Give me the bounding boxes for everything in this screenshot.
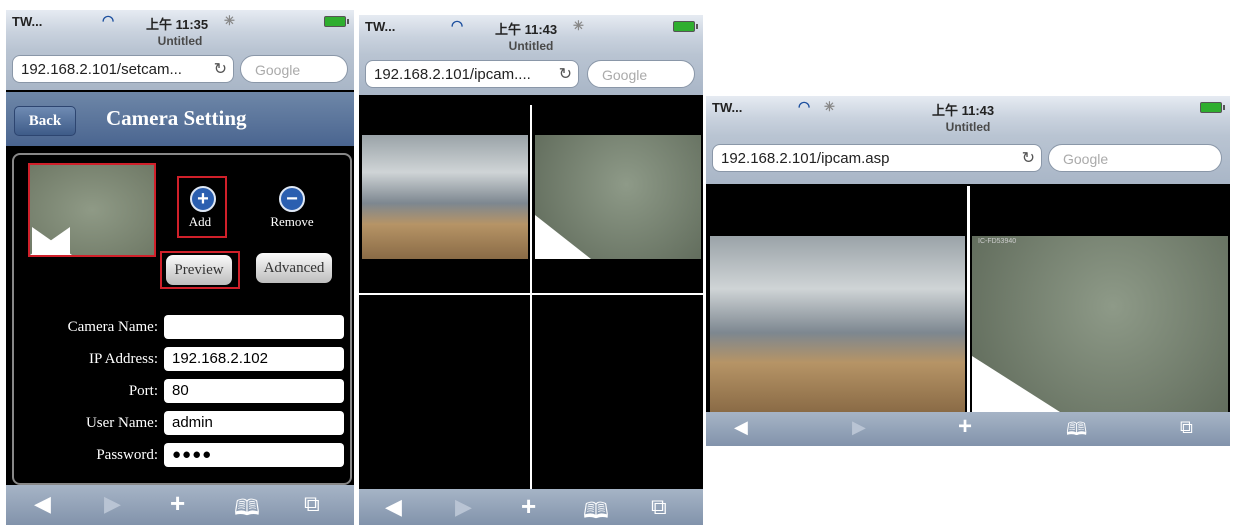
url-text: 192.168.2.101/ipcam.... (374, 66, 531, 83)
url-field[interactable]: 192.168.2.101/setcam... ↻ (12, 55, 234, 83)
time-label: 上午 11:35 (146, 17, 209, 32)
url-text: 192.168.2.101/ipcam.asp (721, 150, 890, 167)
url-text: 192.168.2.101/setcam... (21, 61, 182, 78)
search-field[interactable]: Google (587, 60, 695, 88)
camera-name-input[interactable] (164, 315, 344, 339)
camera-cell-1[interactable] (359, 105, 530, 293)
nav-bar: Back Camera Setting (6, 92, 354, 146)
status-bar: TW... ◠ 上午 11:35 ✳ (6, 10, 354, 32)
status-bar: TW... ◠ 上午 11:43 ✳ (359, 15, 703, 37)
activity-icon: ✳ (824, 99, 835, 114)
url-bar: 192.168.2.101/ipcam.asp ↻ Google (706, 136, 1230, 184)
bookmarks-icon[interactable]: 🕮 (234, 491, 260, 525)
battery-icon (324, 16, 349, 27)
camera-cell-2[interactable] (532, 105, 703, 293)
bookmarks-icon[interactable]: 🕮 (1066, 417, 1087, 446)
url-field[interactable]: 192.168.2.101/ipcam.asp ↻ (712, 144, 1042, 172)
page-title: Untitled (359, 37, 703, 55)
back-icon[interactable]: ◀ (34, 491, 51, 517)
settings-panel: + Add − Remove Preview Advanced Camera N… (12, 153, 352, 485)
page-title: Untitled (706, 118, 1230, 136)
ip-address-label: IP Address: (88, 351, 158, 367)
pages-icon[interactable]: ⧉ (1180, 417, 1193, 438)
carrier-label: TW... (712, 100, 743, 115)
battery-icon (673, 21, 698, 32)
ip-address-input[interactable]: 192.168.2.102 (164, 347, 344, 371)
camera-cell-3[interactable] (359, 295, 530, 489)
reload-icon[interactable]: ↻ (214, 56, 227, 82)
camera-cell-4[interactable] (532, 295, 703, 489)
camera-thumbnail[interactable] (28, 163, 156, 257)
page-title: Untitled (6, 32, 354, 50)
activity-icon: ✳ (224, 13, 235, 28)
add-bookmark-icon[interactable]: + (958, 413, 972, 441)
back-icon[interactable]: ◀ (385, 494, 402, 520)
add-icon[interactable]: + (190, 186, 216, 212)
search-field[interactable]: Google (1048, 144, 1222, 172)
password-label: Password: (96, 447, 158, 463)
bookmarks-icon[interactable]: 🕮 (583, 494, 609, 525)
camera-name-label: Camera Name: (67, 319, 158, 335)
forward-icon: ▶ (104, 491, 121, 516)
camera-tag: IC-FD53940 (978, 238, 1017, 245)
forward-icon: ▶ (455, 494, 472, 519)
back-icon[interactable]: ◀ (734, 417, 748, 438)
phone-camera-landscape: TW... ◠ ✳ 上午 11:43 Untitled 192.168.2.10… (706, 96, 1230, 446)
browser-toolbar: ◀ ▶ + 🕮 ⧉ (6, 485, 354, 525)
carrier-label: TW... (12, 14, 43, 29)
nav-title: Camera Setting (106, 106, 247, 130)
time-label: 上午 11:43 (495, 22, 558, 37)
advanced-button[interactable]: Advanced (256, 253, 332, 283)
wifi-icon: ◠ (451, 17, 464, 33)
browser-toolbar: ◀ ▶ + 🕮 ⧉ (359, 489, 703, 525)
camera-cell-1[interactable] (706, 186, 967, 412)
remove-icon[interactable]: − (279, 186, 305, 212)
activity-icon: ✳ (573, 18, 584, 33)
back-button[interactable]: Back (14, 106, 76, 136)
add-bookmark-icon[interactable]: + (170, 488, 185, 519)
add-label[interactable]: Add (180, 214, 220, 230)
pages-icon[interactable]: ⧉ (651, 494, 667, 520)
forward-icon: ▶ (852, 417, 866, 437)
status-bar: TW... ◠ ✳ 上午 11:43 (706, 96, 1230, 118)
pages-icon[interactable]: ⧉ (304, 491, 320, 517)
port-input[interactable]: 80 (164, 379, 344, 403)
password-input[interactable]: ●●●● (164, 443, 344, 467)
wifi-icon: ◠ (798, 98, 811, 114)
add-bookmark-icon[interactable]: + (521, 491, 536, 522)
search-field[interactable]: Google (240, 55, 348, 83)
camera-grid: IC-FD53940 (706, 186, 1230, 412)
port-label: Port: (128, 383, 158, 399)
phone-camera-setting: TW... ◠ 上午 11:35 ✳ Untitled 192.168.2.10… (6, 10, 354, 525)
url-field[interactable]: 192.168.2.101/ipcam.... ↻ (365, 60, 579, 88)
browser-toolbar: ◀ ▶ + 🕮 ⧉ (706, 412, 1230, 446)
preview-button[interactable]: Preview (166, 255, 232, 285)
wifi-icon: ◠ (102, 12, 115, 28)
battery-icon (1200, 102, 1225, 113)
camera-grid (359, 105, 703, 489)
remove-label[interactable]: Remove (264, 214, 320, 230)
reload-icon[interactable]: ↻ (559, 61, 572, 87)
url-bar: 192.168.2.101/ipcam.... ↻ Google (359, 55, 703, 95)
phone-camera-grid: TW... ◠ 上午 11:43 ✳ Untitled 192.168.2.10… (359, 15, 703, 525)
carrier-label: TW... (365, 19, 396, 34)
reload-icon[interactable]: ↻ (1022, 145, 1035, 171)
time-label: 上午 11:43 (932, 103, 995, 118)
camera-cell-2[interactable]: IC-FD53940 (970, 186, 1230, 412)
url-bar: 192.168.2.101/setcam... ↻ Google (6, 50, 354, 90)
user-name-input[interactable]: admin (164, 411, 344, 435)
user-name-label: User Name: (85, 415, 158, 431)
